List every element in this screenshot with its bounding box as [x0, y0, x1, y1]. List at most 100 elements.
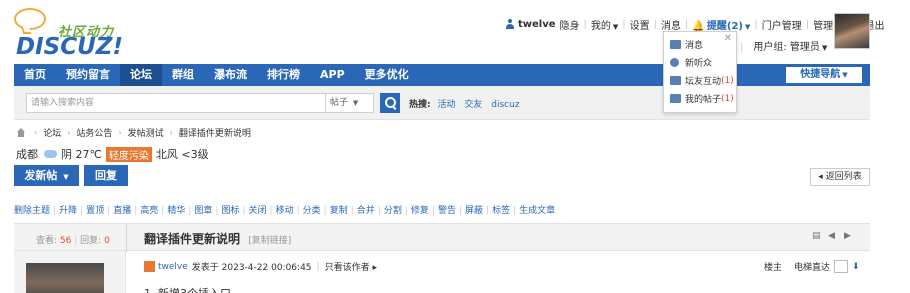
divider: |: [188, 206, 192, 216]
posts-icon: [670, 94, 681, 103]
chevron-down-icon: ▼: [612, 22, 619, 31]
nav-item-forum[interactable]: 论坛: [120, 64, 162, 86]
avatar[interactable]: [834, 13, 870, 49]
divider: |: [53, 206, 57, 216]
mod-action-link[interactable]: 屏蔽: [465, 206, 483, 216]
mod-action-link[interactable]: 警告: [438, 206, 456, 216]
remind-item-my-posts[interactable]: 我的帖子 (1): [670, 92, 734, 105]
mod-action-link[interactable]: 生成文章: [519, 206, 555, 216]
mod-action-link[interactable]: 高亮: [140, 206, 158, 216]
divider: |: [486, 206, 490, 216]
arrow-left-icon[interactable]: ◀: [828, 232, 838, 241]
quick-nav-button[interactable]: 快捷导航 ▼: [786, 67, 862, 83]
messages-link[interactable]: 消息: [661, 17, 681, 32]
copy-link[interactable]: [复制链接]: [248, 236, 291, 246]
remind-item-interactions[interactable]: 坛友互动 (1): [670, 74, 734, 87]
nav-item-groups[interactable]: 群组: [162, 64, 204, 86]
logo-brand: DISCUZ!: [16, 34, 123, 60]
site-logo[interactable]: 社区动力 DISCUZ!: [14, 6, 123, 60]
breadcrumb-item[interactable]: 站务公告: [76, 126, 112, 139]
search-type-select[interactable]: 帖子 ▼: [326, 93, 374, 113]
elevator-input[interactable]: [834, 260, 849, 273]
hot-term[interactable]: 活动: [437, 100, 455, 110]
divider: |: [583, 18, 587, 30]
divider: |: [323, 206, 327, 216]
divider: |: [215, 206, 219, 216]
search-input[interactable]: 请输入搜索内容: [26, 93, 326, 113]
mod-action-link[interactable]: 图章: [194, 206, 212, 216]
only-author-label: 只看该作者: [324, 263, 370, 273]
divider: |: [242, 206, 246, 216]
remind-item-count: (1): [721, 93, 734, 104]
bell-icon: 🔔: [692, 20, 705, 32]
chevron-right-icon: ›: [169, 128, 173, 137]
back-to-list-button[interactable]: ◂ 返回列表: [810, 168, 870, 186]
remind-item-label: 消息: [685, 41, 704, 51]
elevator-label: 电梯直达: [794, 263, 831, 273]
breadcrumb-item[interactable]: 发帖测试: [128, 126, 164, 139]
arrow-right-icon[interactable]: ▶: [844, 232, 854, 241]
nav-item-more[interactable]: 更多优化: [355, 64, 419, 86]
my-menu[interactable]: 我的 ▼: [591, 17, 618, 32]
mod-action-link[interactable]: 关闭: [249, 206, 267, 216]
remind-item-messages[interactable]: 消息: [670, 38, 703, 51]
breadcrumb-item[interactable]: 论坛: [43, 126, 61, 139]
mod-action-link[interactable]: 图标: [221, 206, 239, 216]
user-bar: twelve 隐身 | 我的 ▼ | 设置 | 消息 | 🔔 提醒(2) ▼ | 门户…: [505, 17, 885, 32]
post-body: 1. 新增3个插入口: [144, 285, 231, 293]
chevron-down-icon: ▼: [352, 99, 359, 107]
hot-term[interactable]: 交友: [464, 100, 482, 110]
nav-item-app[interactable]: APP: [310, 64, 355, 86]
nav-item-waterfall[interactable]: 瀑布流: [204, 64, 257, 86]
mod-action-link[interactable]: 合并: [357, 206, 375, 216]
arrow-down-icon[interactable]: ⬇: [852, 262, 860, 272]
mod-action-link[interactable]: 删除主题: [14, 206, 50, 216]
mod-action-link[interactable]: 升降: [59, 206, 77, 216]
mod-action-link[interactable]: 修复: [411, 206, 429, 216]
quick-nav-label: 快捷导航: [800, 69, 841, 80]
remind-menu[interactable]: 🔔 提醒(2) ▼: [692, 17, 750, 32]
mod-action-link[interactable]: 精华: [167, 206, 185, 216]
invisible-toggle[interactable]: 隐身: [560, 17, 580, 32]
divider: |: [296, 206, 300, 216]
new-post-button[interactable]: 发新帖 ▼: [14, 165, 79, 186]
reply-button[interactable]: 回复: [84, 165, 128, 186]
post-author[interactable]: twelve: [158, 262, 188, 272]
weather-condition: 阴 27℃: [61, 148, 102, 161]
floor-label: 楼主: [764, 263, 783, 273]
home-icon[interactable]: [16, 128, 26, 137]
logo-bubble-icon: [14, 8, 46, 30]
nav-item-guestbook[interactable]: 预约留言: [56, 64, 120, 86]
nav-item-home[interactable]: 首页: [14, 64, 56, 86]
post-author-column: [14, 251, 126, 293]
mod-action-link[interactable]: 移动: [276, 206, 294, 216]
divider: |: [269, 206, 273, 216]
search-type-label: 帖子: [330, 98, 349, 108]
divider: |: [80, 206, 84, 216]
only-author-link[interactable]: 只看该作者 ▸: [325, 260, 377, 273]
mod-action-link[interactable]: 分类: [303, 206, 321, 216]
username-link[interactable]: twelve: [518, 19, 556, 30]
mod-action-link[interactable]: 置顶: [86, 206, 104, 216]
portal-manage-link[interactable]: 门户管理: [762, 17, 802, 32]
mod-action-link[interactable]: 直播: [113, 206, 131, 216]
divider: |: [134, 206, 138, 216]
chevron-left-icon: ◂: [818, 172, 826, 182]
breadcrumb-item[interactable]: 翻译插件更新说明: [179, 126, 251, 139]
mod-action-link[interactable]: 分割: [384, 206, 402, 216]
user-group[interactable]: | 用户组: 管理员 ▼: [740, 38, 827, 53]
divider: |: [350, 206, 354, 216]
search-button[interactable]: [380, 93, 400, 113]
hot-term[interactable]: discuz: [491, 100, 519, 110]
chevron-down-icon: ▼: [744, 22, 751, 31]
weather-wind: 北风 <3级: [155, 148, 209, 161]
mod-action-link[interactable]: 复制: [330, 206, 348, 216]
author-avatar[interactable]: [26, 263, 104, 293]
remind-item-new-followers[interactable]: 新听众: [670, 56, 712, 69]
remind-label: 提醒(2): [706, 20, 743, 32]
close-icon[interactable]: ✕: [724, 33, 732, 44]
settings-link[interactable]: 设置: [630, 17, 650, 32]
nav-item-ranking[interactable]: 排行榜: [257, 64, 310, 86]
mod-action-link[interactable]: 标签: [492, 206, 510, 216]
print-icon[interactable]: ▤: [812, 232, 822, 241]
